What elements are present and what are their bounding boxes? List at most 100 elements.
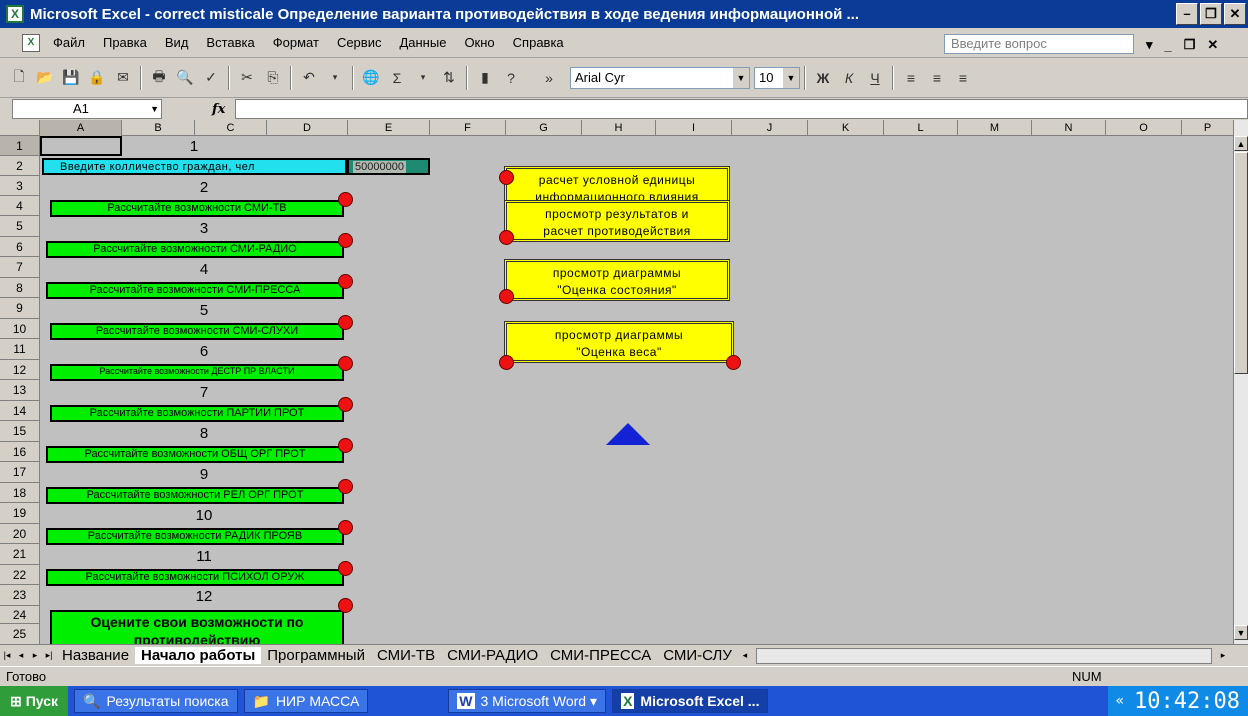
chevron-down-icon[interactable]: ▼ (733, 67, 749, 88)
menu-view[interactable]: Вид (165, 35, 189, 50)
col-header-n[interactable]: N (1032, 120, 1106, 136)
tab-scroll-right-icon[interactable]: ▸ (1216, 650, 1230, 661)
tab-title[interactable]: Название (56, 647, 135, 664)
select-all-corner[interactable] (0, 120, 40, 136)
hyperlink-icon[interactable]: 🌐 (360, 67, 382, 89)
tab-smi-press[interactable]: СМИ-ПРЕССА (544, 647, 657, 664)
cut-icon[interactable]: ✂ (236, 67, 258, 89)
calc-destr-power-button[interactable]: Рассчитайте возможности ДЕСТР ПР ВЛАСТИ (50, 364, 344, 381)
vertical-scrollbar[interactable]: ▲ ▼ (1233, 120, 1248, 644)
prev-sheet-icon[interactable]: ◂ (14, 650, 28, 661)
menu-edit[interactable]: Правка (103, 35, 147, 50)
tab-smi-rumors[interactable]: СМИ-СЛУ (657, 647, 738, 664)
restore-button[interactable]: ❐ (1200, 3, 1222, 25)
menu-data[interactable]: Данные (399, 35, 446, 50)
row-header-22[interactable]: 22 (0, 565, 40, 585)
tab-smi-radio[interactable]: СМИ-РАДИО (441, 647, 544, 664)
tab-start[interactable]: Начало работы (135, 647, 262, 664)
row-header-2[interactable]: 2 (0, 156, 40, 176)
col-header-f[interactable]: F (430, 120, 506, 136)
menu-window[interactable]: Окно (464, 35, 494, 50)
autosum-icon[interactable]: Σ (386, 67, 408, 89)
menu-file[interactable]: Файл (53, 35, 85, 50)
copy-icon[interactable]: ⎘ (262, 67, 284, 89)
sort-ascending-icon[interactable]: ⇅ (438, 67, 460, 89)
row-header-9[interactable]: 9 (0, 298, 40, 319)
triangle-up-icon[interactable] (605, 422, 651, 446)
row-header-13[interactable]: 13 (0, 380, 40, 401)
insert-function-icon[interactable]: fx (212, 102, 225, 117)
close-button[interactable]: ✕ (1224, 3, 1246, 25)
doc-minimize-button[interactable]: _ (1165, 38, 1172, 53)
calc-smi-radio-button[interactable]: Рассчитайте возможности СМИ-РАДИО (46, 241, 344, 258)
row-header-14[interactable]: 14 (0, 401, 40, 421)
chevron-down-icon[interactable]: ▼ (150, 104, 159, 114)
row-header-12[interactable]: 12 (0, 360, 40, 380)
row-header-20[interactable]: 20 (0, 524, 40, 544)
menu-tools[interactable]: Сервис (337, 35, 382, 50)
row-header-24[interactable]: 24 (0, 606, 40, 624)
undo-dropdown-icon[interactable]: ▾ (324, 67, 346, 89)
name-box[interactable]: A1 ▼ (12, 99, 162, 119)
font-size-select[interactable]: 10 ▼ (754, 66, 800, 89)
row-header-11[interactable]: 11 (0, 339, 40, 360)
calc-public-org-button[interactable]: Рассчитайте возможности ОБЩ ОРГ ПРОТ (46, 446, 344, 463)
col-header-m[interactable]: M (958, 120, 1032, 136)
tab-smi-tv[interactable]: СМИ-ТВ (371, 647, 441, 664)
spelling-icon[interactable]: ✓ (200, 67, 222, 89)
autosum-dropdown-icon[interactable]: ▾ (412, 67, 434, 89)
row-header-8[interactable]: 8 (0, 278, 40, 298)
row-header-15[interactable]: 15 (0, 421, 40, 442)
col-header-e[interactable]: E (348, 120, 430, 136)
col-header-g[interactable]: G (506, 120, 582, 136)
calc-parties-button[interactable]: Рассчитайте возможности ПАРТИИ ПРОТ (50, 405, 344, 422)
menu-insert[interactable]: Вставка (206, 35, 254, 50)
view-state-chart-button[interactable]: просмотр диаграммы "Оценка состояния" (504, 259, 730, 301)
help-search-input[interactable]: Введите вопрос (944, 34, 1134, 54)
calc-relig-org-button[interactable]: Рассчитайте возможности РЕЛ ОРГ ПРОТ (46, 487, 344, 504)
col-header-c[interactable]: C (195, 120, 267, 136)
align-left-icon[interactable]: ≡ (900, 67, 922, 89)
view-weight-chart-button[interactable]: просмотр диаграммы "Оценка веса" (504, 321, 734, 363)
row-header-4[interactable]: 4 (0, 196, 40, 216)
row-header-10[interactable]: 10 (0, 319, 40, 339)
row-header-23[interactable]: 23 (0, 585, 40, 606)
col-header-h[interactable]: H (582, 120, 656, 136)
row-header-16[interactable]: 16 (0, 442, 40, 462)
chevron-down-icon[interactable]: ▼ (783, 67, 799, 88)
doc-restore-button[interactable]: ❐ (1184, 37, 1196, 53)
next-sheet-icon[interactable]: ▸ (28, 650, 42, 661)
minimize-button[interactable]: – (1176, 3, 1198, 25)
bold-button[interactable]: Ж (812, 67, 834, 89)
font-name-select[interactable]: Arial Cyr ▼ (570, 66, 750, 89)
align-right-icon[interactable]: ≡ (952, 67, 974, 89)
evaluate-counteraction-button[interactable]: Оцените свои возможности по противодейст… (50, 610, 344, 644)
first-sheet-icon[interactable]: |◂ (0, 650, 14, 661)
task-word[interactable]: W 3 Microsoft Word ▾ (448, 689, 607, 713)
workbook-icon[interactable]: X (22, 33, 40, 52)
last-sheet-icon[interactable]: ▸| (42, 650, 56, 661)
help-dropdown-icon[interactable]: ▾ (1146, 37, 1153, 53)
col-header-k[interactable]: K (808, 120, 884, 136)
task-nir-massa[interactable]: 📁 НИР МАССА (243, 689, 369, 713)
calc-psych-weapon-button[interactable]: Рассчитайте возможности ПСИХОЛ ОРУЖ (46, 569, 344, 586)
col-header-p[interactable]: P (1182, 120, 1233, 136)
col-header-d[interactable]: D (267, 120, 348, 136)
clock[interactable]: 10:42:08 (1134, 689, 1240, 714)
undo-icon[interactable]: ↶ (298, 67, 320, 89)
row-header-21[interactable]: 21 (0, 544, 40, 565)
help-icon[interactable]: ? (500, 67, 522, 89)
row-header-25[interactable]: 25 (0, 624, 40, 644)
row-header-19[interactable]: 19 (0, 503, 40, 524)
toolbar-options-icon[interactable]: » (538, 67, 560, 89)
col-header-b[interactable]: B (122, 120, 195, 136)
citizens-count-input[interactable]: 50000000 (347, 158, 430, 175)
col-header-a[interactable]: A (40, 120, 122, 136)
print-icon[interactable]: 🖶 (148, 67, 170, 89)
row-header-1[interactable]: 1 (0, 136, 40, 156)
save-icon[interactable]: 💾 (60, 67, 82, 89)
open-icon[interactable]: 📂 (34, 67, 56, 89)
new-icon[interactable]: 🗋 (8, 67, 30, 89)
underline-button[interactable]: Ч (864, 67, 886, 89)
calc-radical-button[interactable]: Рассчитайте возможности РАДИК ПРОЯВ (46, 528, 344, 545)
